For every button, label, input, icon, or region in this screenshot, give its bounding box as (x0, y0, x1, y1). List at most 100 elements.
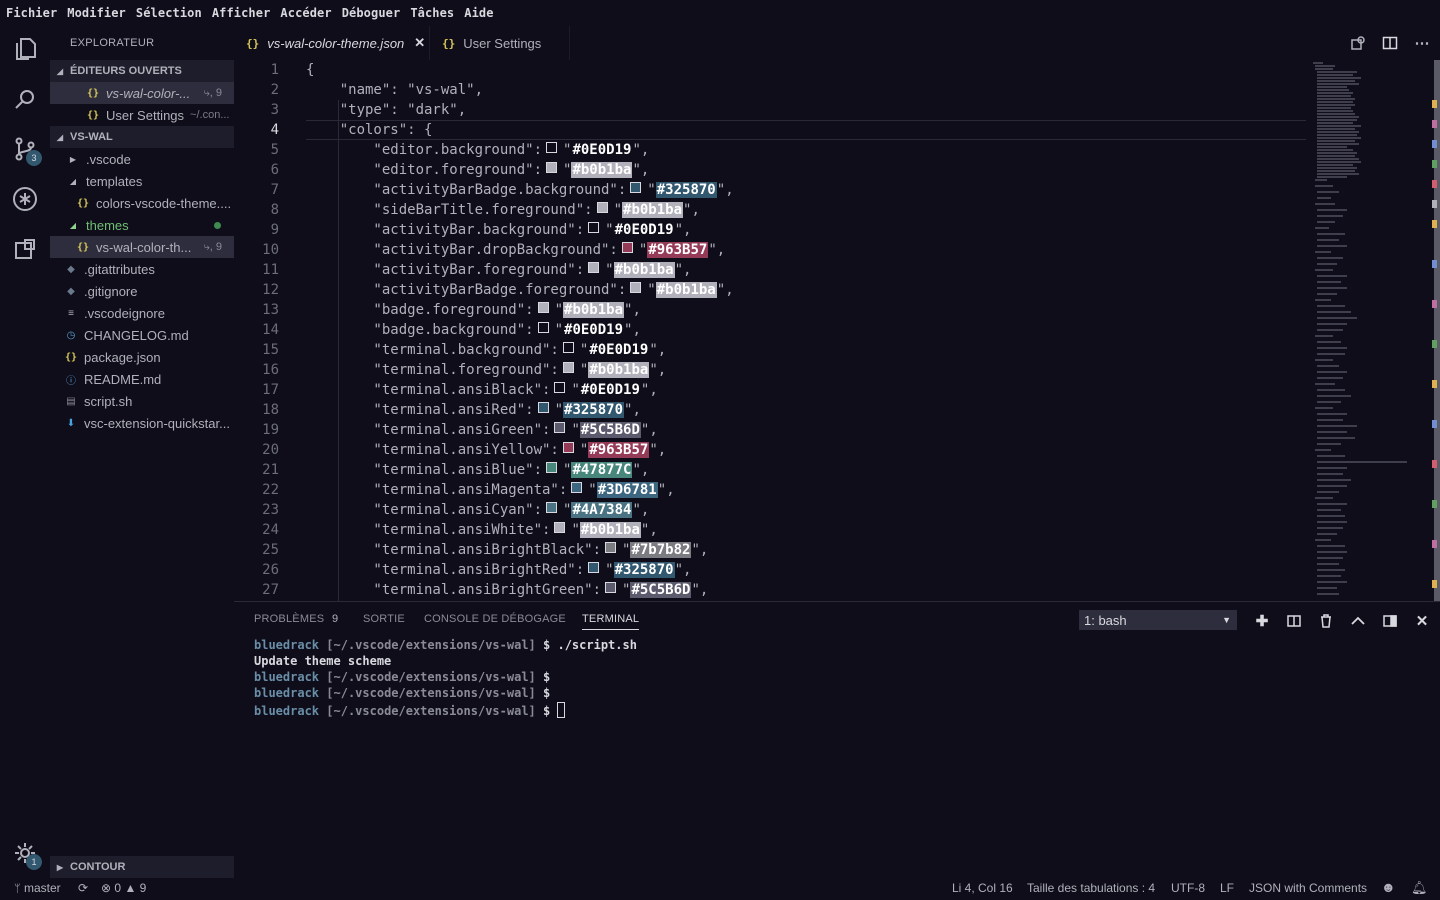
tab-debug-console[interactable]: CONSOLE DE DÉBOGAGE (424, 613, 566, 625)
code-line[interactable]: { (306, 60, 314, 80)
chevron-up-icon[interactable] (1347, 610, 1369, 632)
color-swatch-icon[interactable] (630, 282, 642, 293)
tree-file[interactable]: ◆ .gitattributes (50, 258, 234, 280)
code-line[interactable]: "terminal.ansiBlue": "#47877C", (306, 460, 649, 480)
code-line[interactable]: "terminal.foreground": "#b0b1ba", (306, 360, 666, 380)
tab-output[interactable]: SORTIE (363, 613, 405, 625)
notifications-bell-icon[interactable]: 🔔︎ (1411, 880, 1428, 896)
menu-aide[interactable]: Aide (464, 6, 493, 20)
color-swatch-icon[interactable] (596, 202, 608, 213)
tree-file[interactable]: ◷ CHANGELOG.md (50, 324, 234, 346)
color-swatch-icon[interactable] (571, 482, 583, 493)
search-icon[interactable] (10, 84, 40, 114)
tree-file[interactable]: {} vs-wal-color-th... ⤷, 9 (50, 236, 234, 258)
tree-file[interactable]: {} package.json (50, 346, 234, 368)
close-panel-icon[interactable]: ✕ (1411, 610, 1433, 632)
color-swatch-icon[interactable] (554, 522, 566, 533)
close-icon[interactable]: ✕ (414, 35, 425, 51)
code-line[interactable]: "name": "vs-wal", (306, 80, 483, 100)
color-swatch-icon[interactable] (546, 502, 558, 513)
color-swatch-icon[interactable] (588, 262, 600, 273)
menu-acceder[interactable]: Accéder (280, 6, 331, 20)
code-line[interactable]: "activityBar.foreground": "#b0b1ba", (306, 260, 691, 280)
code-line[interactable]: "sideBarTitle.foreground": "#b0b1ba", (306, 200, 700, 220)
tree-file[interactable]: ⓘ README.md (50, 368, 234, 390)
menu-modifier[interactable]: Modifier (67, 6, 126, 20)
color-swatch-icon[interactable] (537, 402, 549, 413)
menu-taches[interactable]: Tâches (410, 6, 454, 20)
code-line[interactable]: "terminal.background": "#0E0D19", (306, 340, 666, 360)
open-editors-section[interactable]: ◢ ÉDITEURS OUVERTS (50, 60, 234, 82)
toggle-panel-position-icon[interactable] (1379, 610, 1401, 632)
branch-status[interactable]: ᛘ master (14, 881, 61, 895)
tab-vs-wal-color-theme[interactable]: {} vs-wal-color-theme.json ✕ (234, 26, 430, 60)
open-changes-icon[interactable] (1345, 26, 1371, 60)
color-swatch-icon[interactable] (605, 582, 617, 593)
color-swatch-icon[interactable] (630, 182, 642, 193)
tab-terminal[interactable]: TERMINAL (582, 613, 640, 630)
code-line[interactable]: "terminal.ansiRed": "#325870", (306, 400, 641, 420)
code-line[interactable]: "terminal.ansiBrightBlack": "#7b7b82", (306, 540, 708, 560)
cursor-position[interactable]: Li 4, Col 16 (952, 881, 1013, 895)
tree-file[interactable]: ◆ .gitignore (50, 280, 234, 302)
code-editor[interactable]: 1{2 "name": "vs-wal", 3 "type": "dark", 4 … (234, 60, 1440, 601)
color-swatch-icon[interactable] (537, 302, 549, 313)
tree-file[interactable]: ⬇ vsc-extension-quickstar... (50, 412, 234, 434)
new-terminal-plus-icon[interactable]: ✚ (1251, 610, 1273, 632)
menu-afficher[interactable]: Afficher (212, 6, 271, 20)
color-swatch-icon[interactable] (588, 562, 600, 573)
trash-icon[interactable] (1315, 610, 1337, 632)
code-line[interactable]: "terminal.ansiBlack": "#0E0D19", (306, 380, 658, 400)
tree-file[interactable]: ≡ .vscodeignore (50, 302, 234, 324)
problems-status[interactable]: ⊗ 0 ▲ 9 (101, 881, 146, 895)
color-swatch-icon[interactable] (621, 242, 633, 253)
code-line[interactable]: "activityBar.background": "#0E0D19", (306, 220, 691, 240)
code-line[interactable]: "terminal.ansiMagenta": "#3D6781", (306, 480, 675, 500)
extensions-icon[interactable] (10, 234, 40, 264)
code-line[interactable]: "colors": { (306, 120, 433, 140)
more-actions-icon[interactable]: ⋯ (1409, 26, 1435, 60)
code-line[interactable]: "editor.background": "#0E0D19", (306, 140, 649, 160)
color-swatch-icon[interactable] (562, 442, 574, 453)
color-swatch-icon[interactable] (546, 462, 558, 473)
code-line[interactable]: "type": "dark", (306, 100, 466, 120)
outline-section[interactable]: ▶ CONTOUR (50, 856, 234, 878)
code-line[interactable]: "badge.background": "#0E0D19", (306, 320, 641, 340)
color-swatch-icon[interactable] (562, 362, 574, 373)
tree-folder[interactable]: ▶ .vscode (50, 148, 234, 170)
color-swatch-icon[interactable] (546, 162, 558, 173)
color-swatch-icon[interactable] (546, 142, 558, 153)
language-mode[interactable]: JSON with Comments (1249, 881, 1367, 895)
color-swatch-icon[interactable] (554, 422, 566, 433)
tab-user-settings[interactable]: {} User Settings (430, 26, 570, 60)
split-editor-icon[interactable] (1377, 26, 1403, 60)
tree-folder[interactable]: ◢ themes (50, 214, 234, 236)
minimap[interactable] (1305, 60, 1440, 601)
code-line[interactable]: "terminal.ansiYellow": "#963B57", (306, 440, 666, 460)
tree-file[interactable]: {} colors-vscode-theme.... (50, 192, 234, 214)
terminal-select[interactable]: 1: bash ▼ (1079, 610, 1237, 630)
project-section[interactable]: ◢ VS-WAL (50, 126, 234, 148)
code-line[interactable]: "terminal.ansiWhite": "#b0b1ba", (306, 520, 658, 540)
code-line[interactable]: "editor.foreground": "#b0b1ba", (306, 160, 649, 180)
color-swatch-icon[interactable] (562, 342, 574, 353)
menu-fichier[interactable]: Fichier (6, 6, 57, 20)
open-editor-item[interactable]: {} vs-wal-color-... ⤷, 9 (50, 82, 234, 104)
split-terminal-icon[interactable] (1283, 610, 1305, 632)
explorer-icon[interactable] (10, 34, 40, 64)
code-line[interactable]: "badge.foreground": "#b0b1ba", (306, 300, 641, 320)
code-line[interactable]: "terminal.ansiGreen": "#5C5B6D", (306, 420, 658, 440)
code-line[interactable]: "terminal.ansiBrightRed": "#325870", (306, 560, 691, 580)
tab-problems[interactable]: PROBLÈMES (254, 613, 324, 625)
color-swatch-icon[interactable] (554, 382, 566, 393)
color-swatch-icon[interactable] (588, 222, 600, 233)
color-swatch-icon[interactable] (537, 322, 549, 333)
sync-icon[interactable]: ⟳ (78, 881, 88, 895)
code-line[interactable]: "activityBar.dropBackground": "#963B57", (306, 240, 725, 260)
open-editor-item[interactable]: {} User Settings ~/.con... (50, 104, 234, 126)
color-swatch-icon[interactable] (605, 542, 617, 553)
code-line[interactable]: "terminal.ansiBrightGreen": "#5C5B6D", (306, 580, 708, 600)
code-line[interactable]: "activityBarBadge.foreground": "#b0b1ba", (306, 280, 734, 300)
tree-file[interactable]: ▤ script.sh (50, 390, 234, 412)
tree-folder[interactable]: ◢ templates (50, 170, 234, 192)
